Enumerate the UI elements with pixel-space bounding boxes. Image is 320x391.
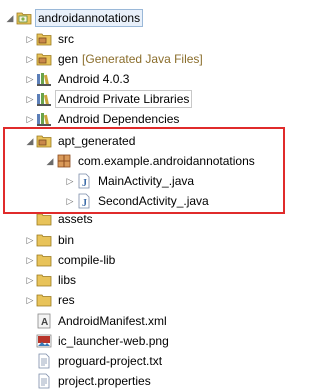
tree-item-android-private-libraries[interactable]: ▷ Android Private Libraries xyxy=(24,89,193,109)
expand-arrow-icon[interactable]: ▷ xyxy=(24,29,36,49)
tree-item-src[interactable]: ▷ src xyxy=(24,29,76,49)
text-file-icon xyxy=(36,373,52,389)
tree-item-label: compile-lib xyxy=(58,253,116,267)
expand-arrow-icon[interactable]: ▷ xyxy=(24,250,36,270)
tree-item-bin[interactable]: ▷ bin xyxy=(24,230,76,250)
tree-item-label: src xyxy=(58,32,74,46)
tree-item-androidmanifest[interactable]: A AndroidManifest.xml xyxy=(36,311,169,331)
tree-item-label: Android Private Libraries xyxy=(54,90,193,108)
tree-item-android-dependencies[interactable]: ▷ Android Dependencies xyxy=(24,109,181,129)
tree-item-decoration: [Generated Java Files] xyxy=(82,52,203,66)
library-icon xyxy=(36,111,52,127)
tree-item-label: Android 4.0.3 xyxy=(58,72,130,86)
expand-arrow-icon[interactable]: ▷ xyxy=(24,49,36,69)
tree-item-label: Android Dependencies xyxy=(58,112,180,126)
expand-arrow-icon[interactable]: ▷ xyxy=(24,109,36,129)
tree-item-label: gen xyxy=(58,52,79,66)
text-file-icon xyxy=(36,353,52,369)
expand-arrow-icon[interactable]: ▷ xyxy=(24,270,36,290)
package-folder-icon xyxy=(36,51,52,67)
expand-arrow-icon[interactable]: ▷ xyxy=(24,230,36,250)
tree-item-label: androidannotations xyxy=(34,9,144,27)
library-icon xyxy=(36,91,52,107)
library-icon xyxy=(36,71,52,87)
android-manifest-icon: A xyxy=(36,313,52,329)
tree-item-res[interactable]: ▷ res xyxy=(24,290,77,310)
tree-item-label: AndroidManifest.xml xyxy=(58,314,167,328)
folder-icon xyxy=(36,272,52,288)
tree-item-label: proguard-project.txt xyxy=(58,354,163,368)
expand-arrow-icon[interactable]: ▷ xyxy=(24,290,36,310)
tree-item-compile-lib[interactable]: ▷ compile-lib xyxy=(24,250,117,270)
folder-icon xyxy=(36,232,52,248)
project-folder-icon xyxy=(16,10,32,26)
tree-item-proguard[interactable]: proguard-project.txt xyxy=(36,351,164,371)
svg-text:A: A xyxy=(41,317,48,328)
tree-item-libs[interactable]: ▷ libs xyxy=(24,270,78,290)
package-folder-icon xyxy=(36,31,52,47)
tree-item-project[interactable]: ◢ androidannotations xyxy=(4,8,144,28)
tree-item-gen[interactable]: ▷ gen [Generated Java Files] xyxy=(24,49,205,69)
tree-item-label: libs xyxy=(58,273,77,287)
tree-item-android-403[interactable]: ▷ Android 4.0.3 xyxy=(24,69,131,89)
folder-icon xyxy=(36,292,52,308)
collapse-arrow-icon[interactable]: ◢ xyxy=(4,8,16,28)
expand-arrow-icon[interactable]: ▷ xyxy=(24,89,36,109)
folder-icon xyxy=(36,252,52,268)
tree-item-project-properties[interactable]: project.properties xyxy=(36,371,153,391)
image-file-icon xyxy=(36,333,52,349)
annotation-highlight-box xyxy=(3,127,285,214)
tree-item-label: project.properties xyxy=(58,374,151,388)
expand-arrow-icon[interactable]: ▷ xyxy=(24,69,36,89)
tree-item-label: res xyxy=(58,293,75,307)
tree-item-label: ic_launcher-web.png xyxy=(58,334,169,348)
tree-item-ic-launcher-web[interactable]: ic_launcher-web.png xyxy=(36,331,171,351)
tree-item-label: bin xyxy=(58,233,75,247)
